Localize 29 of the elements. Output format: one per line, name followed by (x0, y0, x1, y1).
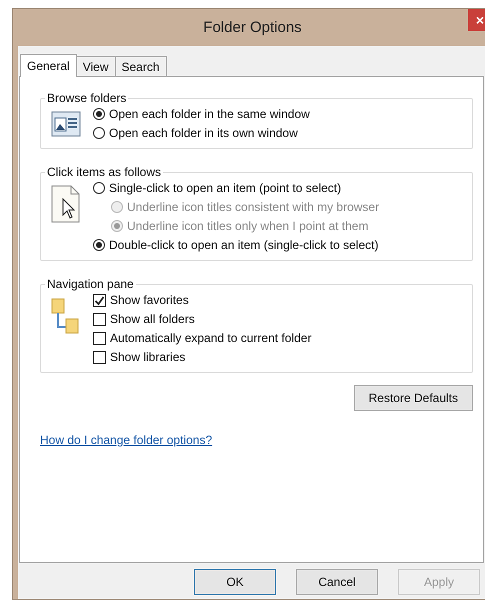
option-label[interactable]: Open each folder in its own window (109, 126, 298, 140)
checkbox[interactable] (93, 350, 106, 364)
dialog-button[interactable]: Cancel (296, 569, 378, 595)
option-label[interactable]: Double-click to open an item (single-click to select) (109, 238, 378, 252)
option-label[interactable]: Show libraries (110, 350, 186, 364)
dialog-button[interactable]: OK (194, 569, 276, 595)
group-title: Navigation pane (46, 277, 135, 291)
option-label[interactable]: Open each folder in the same window (109, 107, 310, 121)
radio-button[interactable] (93, 239, 105, 251)
restore-defaults-button[interactable]: Restore Defaults (354, 385, 473, 411)
tab[interactable]: General (20, 54, 77, 77)
window-title: Folder Options (203, 19, 302, 36)
tab[interactable]: Search (114, 56, 167, 76)
radio-button[interactable] (93, 127, 105, 139)
radio-button[interactable] (93, 108, 105, 120)
group-title: Browse folders (46, 91, 128, 105)
option-label[interactable]: Show all folders (110, 312, 195, 326)
option-label[interactable]: Automatically expand to current folder (110, 331, 312, 345)
option-label[interactable]: Show favorites (110, 293, 189, 307)
close-button[interactable]: × (468, 9, 485, 31)
window-icon (51, 111, 81, 137)
option-label[interactable]: Single-click to open an item (point to select) (109, 181, 342, 195)
document-cursor-icon (51, 185, 81, 223)
checkbox[interactable] (93, 332, 106, 344)
help-link[interactable]: How do I change folder options? (40, 433, 212, 447)
checkbox[interactable] (93, 294, 106, 306)
checkbox[interactable] (93, 312, 106, 326)
group-title: Click items as follows (46, 165, 162, 179)
radio-button[interactable] (93, 182, 105, 194)
